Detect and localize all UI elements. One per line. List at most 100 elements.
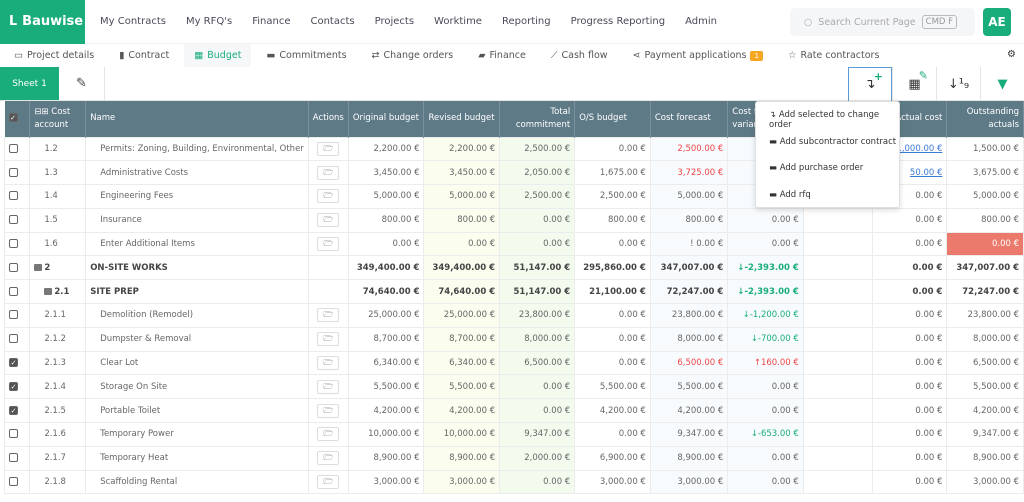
filter-button[interactable]: ▼ (980, 67, 1024, 101)
value-cell: 0.00 € (872, 422, 948, 447)
tab-payment-applications[interactable]: ⋖ Payment applications 1 (633, 44, 763, 67)
table-row[interactable]: 2.1.1 Demolition (Remodel) 🗁 25,000.00 €25,… (3, 303, 1024, 328)
item-name: Engineering Fees (85, 184, 309, 209)
actions-cell: 🗁 (307, 303, 349, 328)
table-row[interactable]: ✓ 2.1.4 Storage On Site 🗁 5,500.00 €5,500.00… (3, 374, 1024, 400)
row-checkbox[interactable] (3, 469, 31, 495)
edit-sheet-icon[interactable]: ✎ (59, 67, 105, 100)
column-header[interactable]: O/S budget (574, 101, 651, 137)
value-cell: 0.00 € (872, 326, 948, 352)
brand-logo[interactable]: ᒪ Bauwise (0, 0, 85, 44)
avatar[interactable]: AE (983, 8, 1011, 36)
tab-finance[interactable]: ▰ Finance (478, 44, 526, 67)
row-checkbox[interactable] (3, 184, 31, 209)
row-checkbox[interactable] (3, 160, 31, 186)
column-header[interactable]: Total commitment (499, 101, 576, 137)
folder-open-icon[interactable]: 🗁 (317, 379, 340, 394)
row-checkbox[interactable] (3, 326, 31, 352)
table-row[interactable]: 1.6 Enter Additional Items 🗁 0.00 €0.00 €0.… (3, 231, 1024, 257)
nav-item[interactable]: Finance (252, 16, 290, 27)
edit-columns-button[interactable]: ▦ ✎ (892, 67, 936, 101)
column-header[interactable]: Name (85, 101, 309, 137)
nav-item[interactable]: Worktime (434, 16, 482, 27)
value-cell: 8,700.00 € (423, 326, 501, 352)
select-all-checkbox[interactable]: ✓ (4, 101, 31, 137)
tab-contract[interactable]: ▮ Contract (119, 44, 169, 67)
column-header[interactable]: Original budget (348, 101, 425, 137)
collapse-icon[interactable] (34, 263, 43, 271)
value-cell: 800.00 € (423, 207, 501, 233)
folder-open-icon[interactable]: 🗁 (317, 475, 340, 490)
row-checkbox[interactable] (3, 279, 31, 305)
nav-item[interactable]: Projects (375, 16, 414, 27)
folder-open-icon[interactable]: 🗁 (317, 141, 340, 156)
row-checkbox[interactable] (3, 136, 31, 162)
column-header[interactable]: ⊟⊞ Cost account (29, 101, 87, 137)
tab-change-orders[interactable]: ⇄ Change orders (372, 44, 454, 67)
folder-open-icon[interactable]: 🗁 (317, 237, 340, 252)
table-row[interactable]: 2.1.6 Temporary Power 🗁 10,000.00 €10,000.0… (3, 422, 1024, 447)
nav-item[interactable]: Contacts (310, 16, 354, 27)
value-cell: 10,000.00 € (347, 422, 425, 447)
menu-item-add-rfq[interactable]: ▬ Add rfq (756, 190, 899, 217)
folder-open-icon[interactable]: 🗁 (317, 165, 340, 180)
folder-open-icon[interactable]: 🗁 (317, 403, 340, 418)
tab-rate-contractors[interactable]: ☆ Rate contractors (788, 44, 879, 67)
actions-cell: 🗁 (307, 160, 349, 186)
row-checkbox[interactable]: ✓ (3, 350, 31, 376)
column-header[interactable]: Cost forecast (650, 101, 729, 137)
nav-item[interactable]: My Contracts (100, 16, 166, 27)
column-header[interactable]: Outstanding actuals (946, 101, 1024, 137)
table-row[interactable]: 2.1 SITE PREP 74,640.00 €74,640.00 €51,147… (3, 279, 1024, 305)
value-cell: 23,800.00 € (946, 303, 1024, 328)
tab-cash-flow[interactable]: ⟋ Cash flow (551, 44, 608, 67)
row-checkbox[interactable]: ✓ (3, 398, 31, 424)
nav-item[interactable]: Progress Reporting (571, 16, 665, 27)
folder-open-icon[interactable]: 🗁 (317, 332, 340, 347)
row-checkbox[interactable]: ✓ (3, 374, 31, 400)
row-checkbox[interactable] (3, 255, 31, 281)
table-row[interactable]: 2 ON-SITE WORKS 349,400.00 €349,400.00 €51… (3, 255, 1024, 281)
value-cell: 2,050.00 € (499, 160, 576, 186)
tab-project-details[interactable]: ▭ Project details (14, 44, 94, 67)
sort-button[interactable]: ↓¹₉ (936, 67, 980, 101)
folder-open-icon[interactable]: 🗁 (317, 427, 340, 442)
row-checkbox[interactable] (3, 422, 31, 447)
row-checkbox[interactable] (3, 231, 31, 257)
nav-item[interactable]: Reporting (502, 16, 551, 27)
add-to-button[interactable]: ↴ + (848, 67, 892, 101)
folder-open-icon[interactable]: 🗁 (317, 356, 340, 371)
row-checkbox[interactable] (3, 207, 31, 233)
folder-open-icon[interactable]: 🗁 (317, 308, 340, 323)
folder-open-icon[interactable]: 🗁 (317, 189, 340, 204)
folder-open-icon[interactable]: 🗁 (317, 451, 340, 466)
collapse-icon[interactable] (44, 287, 53, 295)
nav-item[interactable]: My RFQ's (186, 16, 232, 27)
folder-open-icon[interactable]: 🗁 (317, 213, 340, 228)
table-row[interactable]: ✓ 2.1.3 Clear Lot 🗁 6,340.00 €6,340.00 €6,50… (3, 350, 1024, 376)
table-row[interactable]: 2.1.8 Scaffolding Rental 🗁 3,000.00 €3,000.… (3, 469, 1024, 495)
table-row[interactable]: 2.1.2 Dumpster & Removal 🗁 8,700.00 €8,700.… (3, 326, 1024, 352)
menu-item-add-to-change-order[interactable]: ↴ Add selected to change order (756, 110, 899, 137)
sheet-tab[interactable]: Sheet 1 (0, 67, 59, 100)
cost-account: 2.1.6 (29, 422, 87, 447)
cost-account: 2 (29, 255, 87, 281)
column-header[interactable]: Revised budget (423, 101, 501, 137)
value-cell: 6,500.00 € (649, 350, 729, 376)
nav-item[interactable]: Admin (685, 16, 717, 27)
row-checkbox[interactable] (3, 445, 31, 471)
logo-icon: ᒪ (9, 14, 18, 29)
actions-cell: 🗁 (307, 136, 349, 162)
table-row[interactable]: ✓ 2.1.5 Portable Toilet 🗁 4,200.00 €4,200.00… (3, 398, 1024, 424)
column-header[interactable]: Actions (308, 101, 349, 137)
menu-item-add-purchase-order[interactable]: ▬ Add purchase order (756, 163, 899, 190)
row-checkbox[interactable] (3, 303, 31, 328)
tab-commitments[interactable]: ▬ Commitments (266, 44, 346, 67)
menu-item-add-subcontractor-contract[interactable]: ▬ Add subcontractor contract (756, 137, 899, 164)
tab-budget[interactable]: ▦ Budget (184, 44, 252, 67)
expand-collapse-icon[interactable]: ⊟⊞ (34, 107, 48, 117)
cost-account: 2.1.1 (29, 303, 87, 328)
table-row[interactable]: 2.1.7 Temporary Heat 🗁 8,900.00 €8,900.00 €… (3, 445, 1024, 471)
search-input[interactable]: ○ Search Current Page CMD F (790, 8, 975, 36)
gear-icon[interactable]: ⚙ (1007, 49, 1016, 60)
